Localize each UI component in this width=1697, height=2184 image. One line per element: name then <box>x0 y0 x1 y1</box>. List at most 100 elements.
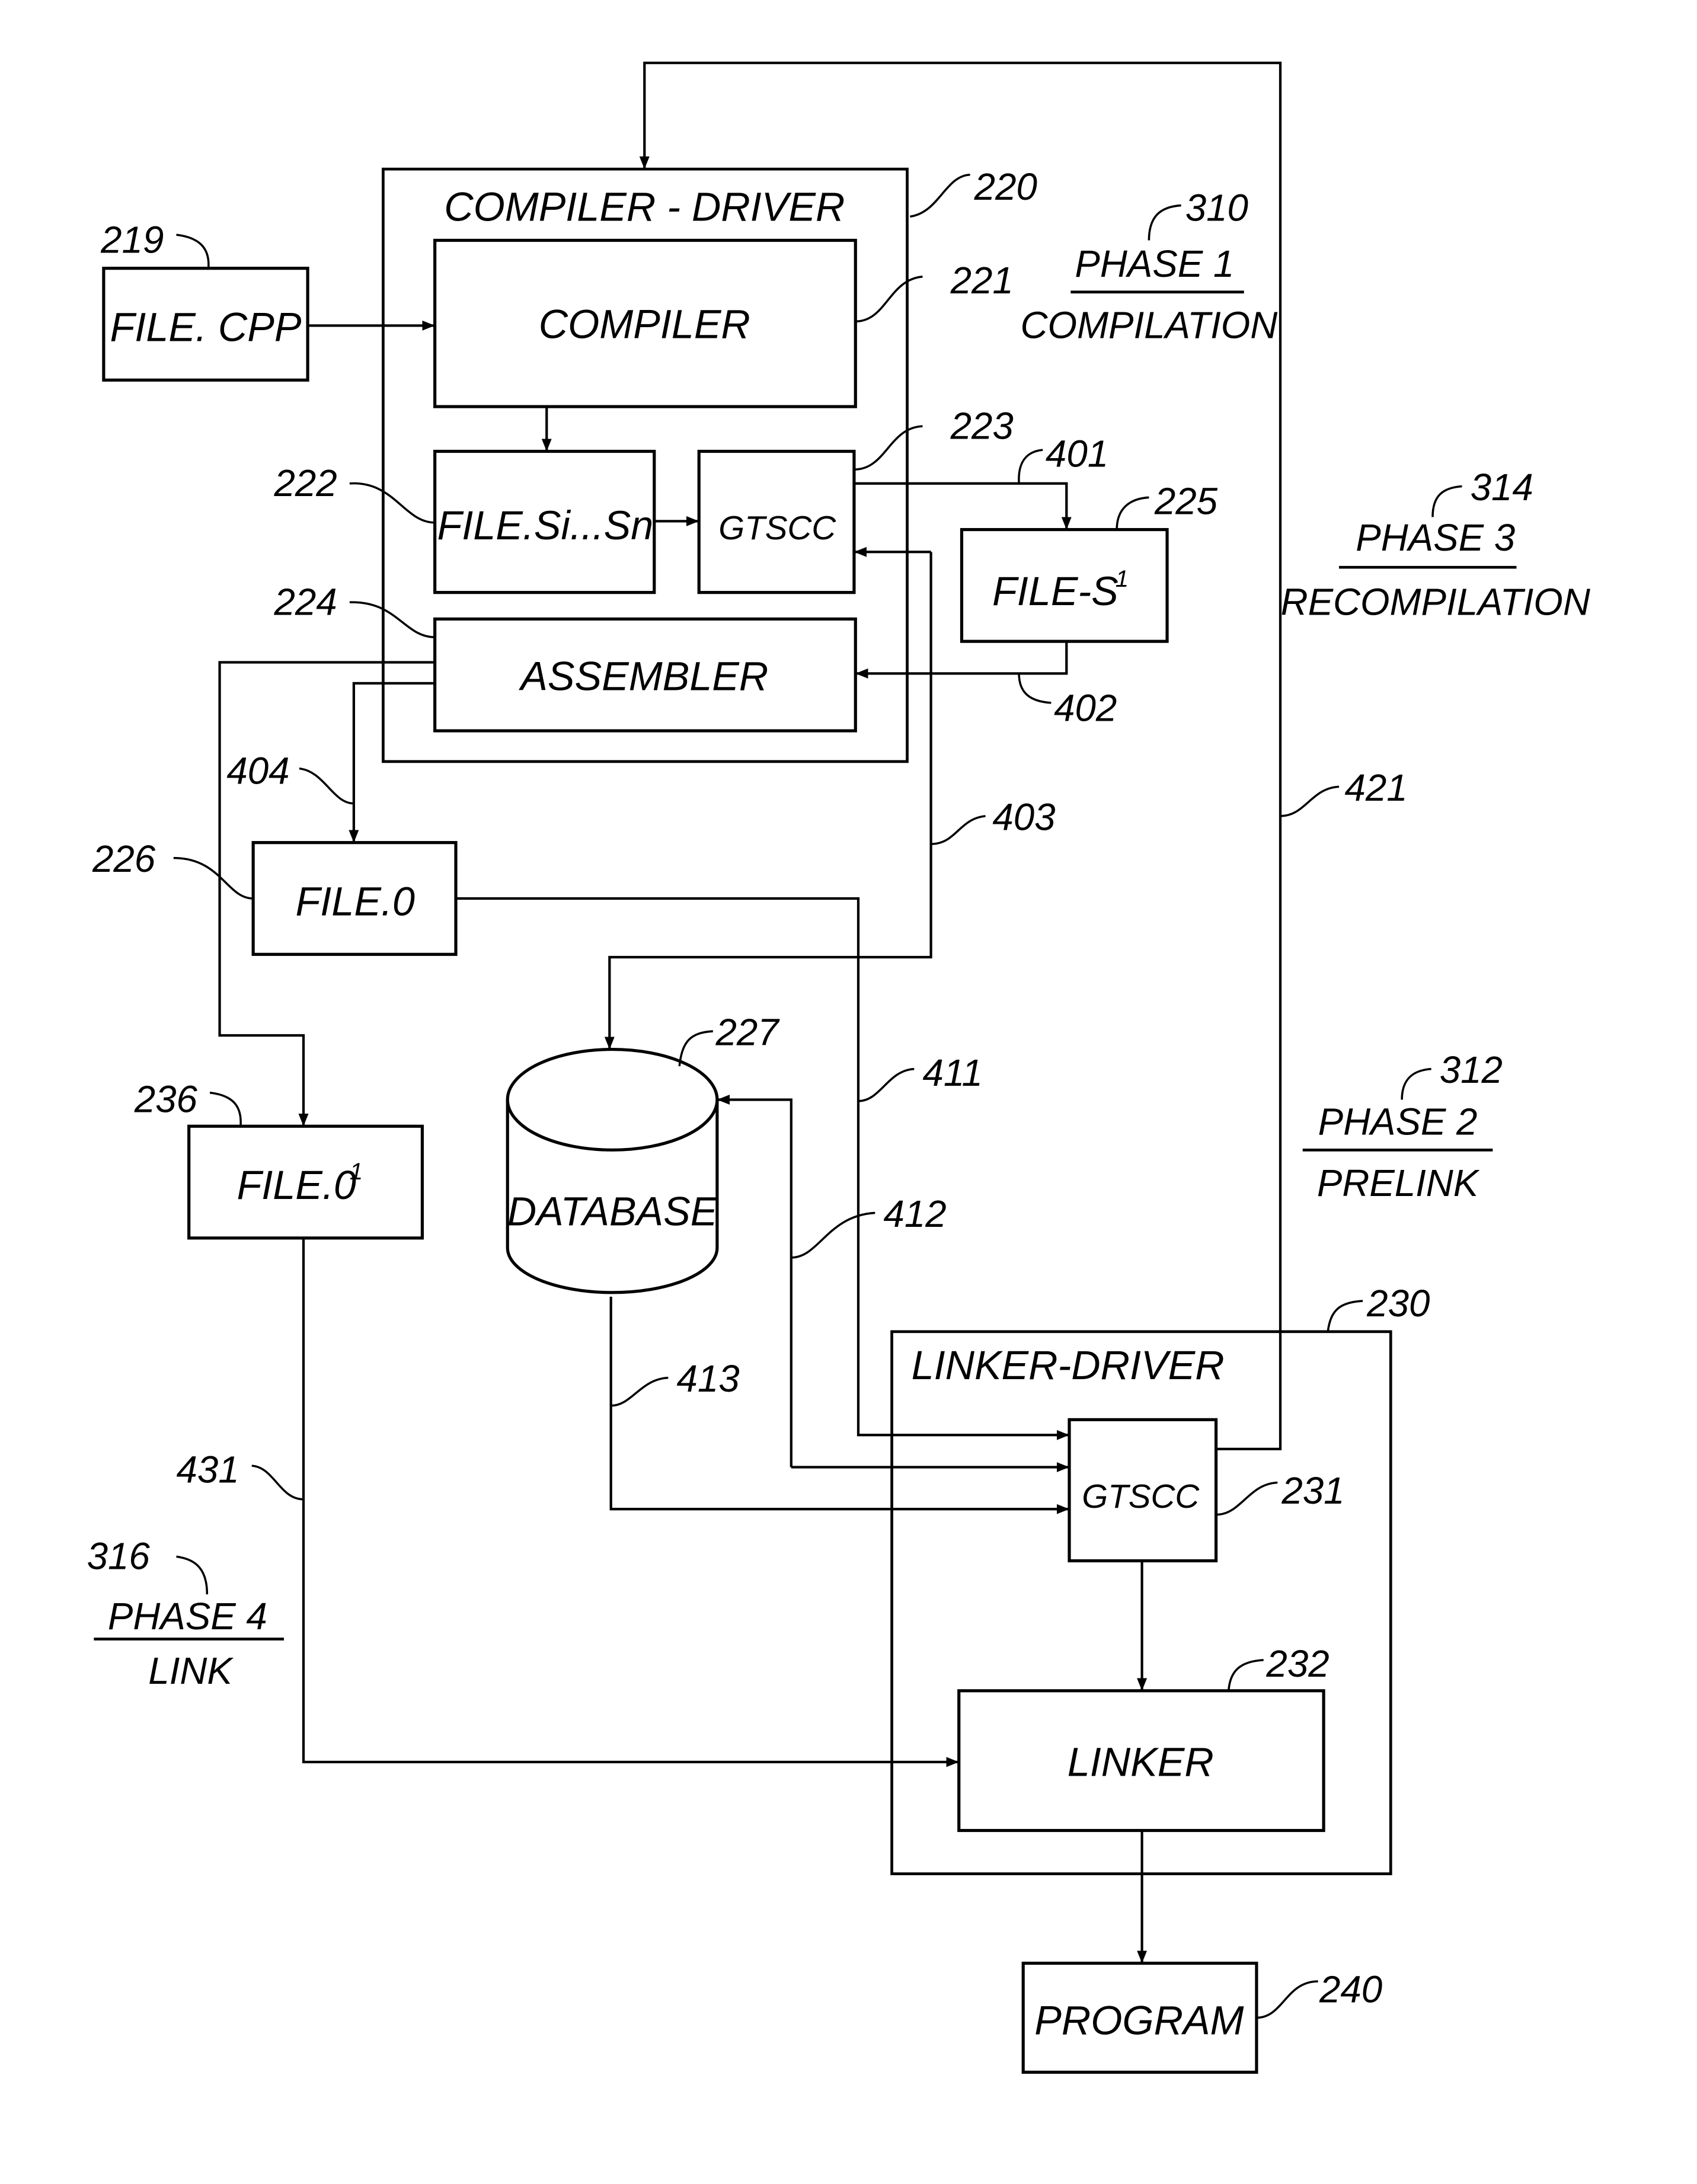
program-label: PROGRAM <box>1034 1998 1244 2044</box>
ref-236: 236 <box>134 1079 198 1121</box>
ref-316-leader <box>176 1555 209 1595</box>
ref-232-leader <box>1228 1659 1264 1691</box>
ref-223: 223 <box>950 405 1014 447</box>
database-cylinder-top <box>506 1047 719 1152</box>
compiler-label: COMPILER <box>539 302 750 347</box>
phase-2-name: PRELINK <box>1317 1162 1480 1204</box>
ref-431: 431 <box>176 1448 239 1491</box>
ref-230-leader <box>1327 1300 1363 1332</box>
assembler-block: ASSEMBLER 224 <box>274 581 857 733</box>
ref-401-leader <box>1018 449 1043 484</box>
ref-431-leader <box>251 1464 304 1501</box>
database-block: DATABASE 227 <box>506 1012 781 1294</box>
gtscc-compile-label: GTSCC <box>718 509 836 546</box>
ref-231-leader <box>1216 1481 1278 1516</box>
linker-block: LINKER 232 <box>957 1643 1330 1833</box>
ref-316: 316 <box>87 1536 151 1578</box>
ref-231: 231 <box>1281 1470 1344 1512</box>
wire-413 <box>609 1296 1070 1514</box>
ref-227-leader <box>678 1030 713 1067</box>
gtscc-link-label: GTSCC <box>1082 1478 1200 1515</box>
assembler-label: ASSEMBLER <box>518 654 768 699</box>
program-block: PROGRAM 240 <box>1021 1961 1382 2074</box>
compiler-linker-flow-diagram: COMPILER - DRIVER 220 FILE. CPP 219 COMP… <box>87 61 1590 2074</box>
ref-220-leader <box>909 173 970 218</box>
ref-240-leader <box>1256 1980 1318 2019</box>
ref-224-leader <box>349 601 435 638</box>
ref-413: 413 <box>677 1358 740 1400</box>
ref-312-leader <box>1401 1067 1431 1100</box>
file-o-label: FILE.0 <box>296 879 415 924</box>
ref-412-leader <box>791 1211 875 1259</box>
phase-4-name: LINK <box>148 1650 234 1692</box>
ref-222-leader <box>349 482 435 524</box>
wire-431 <box>302 1238 959 1767</box>
ref-411: 411 <box>922 1052 982 1094</box>
database-label: DATABASE <box>507 1189 718 1235</box>
phase-4-label: 316 PHASE 4 LINK <box>87 1536 285 1692</box>
file-cpp-label: FILE. CPP <box>110 305 302 350</box>
ref-240: 240 <box>1319 1969 1382 2011</box>
ref-220: 220 <box>974 166 1037 208</box>
file-s1-superscript: 1 <box>1116 566 1129 592</box>
ref-230: 230 <box>1366 1283 1430 1325</box>
compiler-driver-label: COMPILER - DRIVER <box>444 185 845 230</box>
file-s1-block: FILE-S 1 225 <box>960 481 1218 643</box>
phase-1-label: 310 PHASE 1 COMPILATION <box>1021 187 1278 347</box>
ref-226-leader <box>173 856 254 900</box>
ref-224: 224 <box>274 581 337 623</box>
ref-314: 314 <box>1471 466 1533 509</box>
wire-401 <box>854 482 1072 530</box>
ref-314-leader <box>1431 485 1462 517</box>
ref-421-leader <box>1280 785 1340 817</box>
ref-310: 310 <box>1185 187 1248 229</box>
ref-225-leader <box>1116 496 1149 530</box>
file-o1-superscript: 1 <box>350 1159 363 1185</box>
phase-4-title: PHASE 4 <box>108 1595 267 1638</box>
ref-312: 312 <box>1440 1049 1503 1091</box>
ref-223-leader <box>854 425 923 471</box>
ref-219-leader <box>176 234 210 268</box>
wire-402 <box>855 641 1068 679</box>
phase-3-title: PHASE 3 <box>1356 517 1515 559</box>
ref-222: 222 <box>274 462 337 504</box>
linker-label: LINKER <box>1068 1740 1214 1785</box>
wire-412-to-database <box>717 1094 792 1467</box>
file-o1-label: FILE.0 <box>237 1163 356 1208</box>
ref-232: 232 <box>1265 1643 1329 1685</box>
ref-219: 219 <box>100 219 164 261</box>
compiler-block: COMPILER 221 <box>433 238 1014 408</box>
phase-2-title: PHASE 2 <box>1318 1101 1478 1143</box>
ref-221: 221 <box>950 260 1014 302</box>
file-o1-block: FILE.0 1 236 <box>134 1079 424 1240</box>
phase-2-label: 312 PHASE 2 PRELINK <box>1302 1049 1503 1204</box>
phase-1-title: PHASE 1 <box>1075 243 1234 285</box>
phase-1-name: COMPILATION <box>1021 305 1278 347</box>
file-si-sn-label: FILE.Si...Sn <box>437 503 654 548</box>
ref-404-leader <box>299 767 354 805</box>
phase-3-name: RECOMPILATION <box>1281 581 1590 623</box>
ref-402: 402 <box>1054 688 1117 730</box>
ref-403: 403 <box>992 796 1055 838</box>
ref-401: 401 <box>1046 433 1108 475</box>
ref-412: 412 <box>883 1193 946 1235</box>
ref-236-leader <box>209 1091 242 1127</box>
ref-225: 225 <box>1154 481 1218 523</box>
file-o-block: FILE.0 226 <box>92 838 458 956</box>
ref-227: 227 <box>715 1012 781 1054</box>
ref-411-leader <box>858 1067 915 1102</box>
ref-402-leader <box>1018 673 1052 704</box>
ref-404: 404 <box>226 750 289 792</box>
phase-3-label: 314 PHASE 3 RECOMPILATION <box>1281 466 1590 623</box>
file-si-sn-block: FILE.Si...Sn 222 <box>274 449 656 594</box>
ref-226: 226 <box>92 838 156 880</box>
ref-403-leader <box>931 815 986 845</box>
file-cpp-block: FILE. CPP 219 <box>100 219 309 382</box>
ref-413-leader <box>611 1376 669 1407</box>
ref-221-leader <box>855 276 923 323</box>
ref-421: 421 <box>1344 767 1407 809</box>
file-s1-label: FILE-S <box>992 569 1118 614</box>
gtscc-link-block: GTSCC 231 <box>1068 1418 1345 1563</box>
linker-driver-label: LINKER-DRIVER <box>912 1343 1225 1388</box>
ref-310-leader <box>1148 204 1181 241</box>
